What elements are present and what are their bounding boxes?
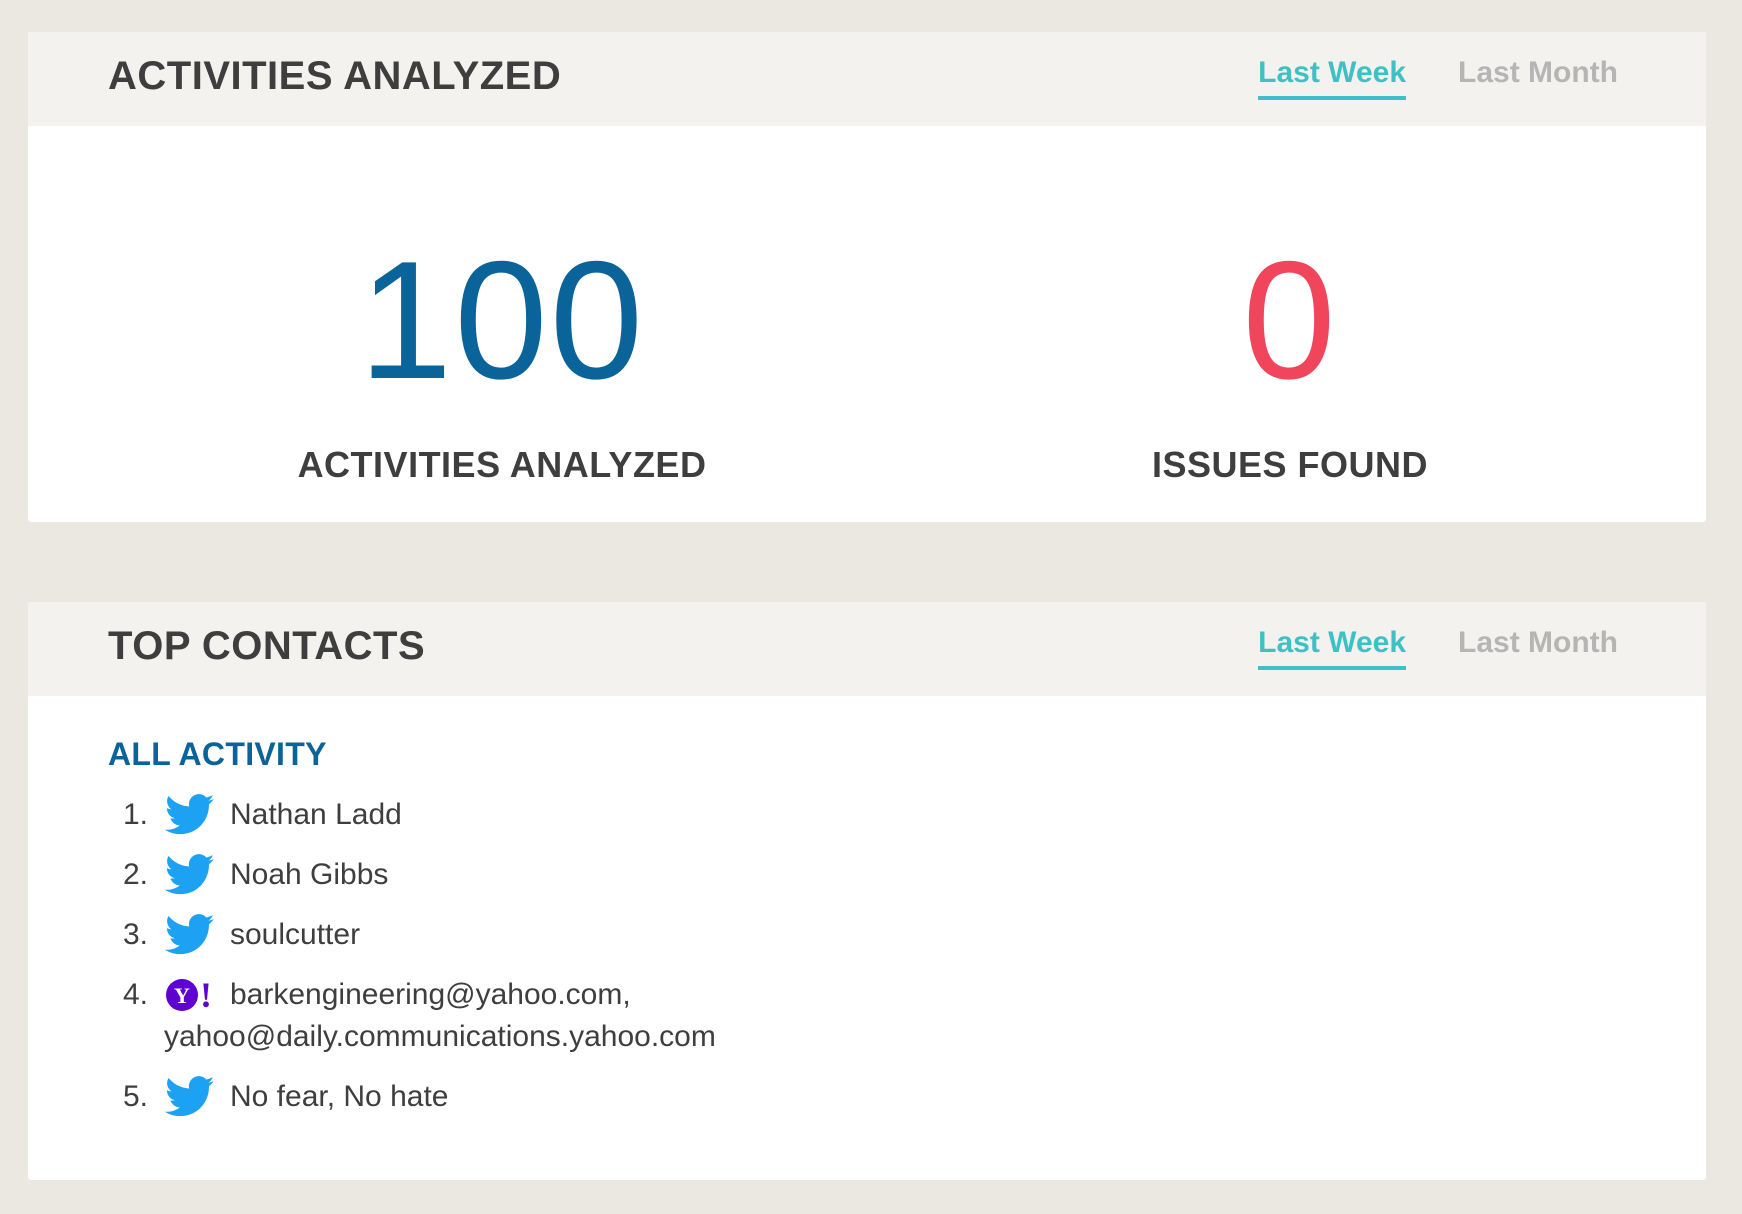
issues-found-label: ISSUES FOUND <box>1151 444 1429 485</box>
list-item: 5. No fear, No hate <box>108 1076 790 1118</box>
contacts-panel-header: TOP CONTACTS Last Week Last Month <box>28 602 1706 696</box>
contact-rank: 1. <box>122 798 148 831</box>
contact-name[interactable]: barkengineering@yahoo.com, yahoo@daily.c… <box>164 974 790 1058</box>
contact-rank: 4. <box>122 978 148 1011</box>
twitter-icon <box>164 1076 216 1118</box>
contact-list: 1. Nathan Ladd 2. Noah Gibbs 3. soulcutt… <box>108 794 790 1136</box>
activities-panel-title: ACTIVITIES ANALYZED <box>108 54 562 98</box>
yahoo-icon: Y ! <box>164 974 216 1016</box>
all-activity-heading: ALL ACTIVITY <box>108 736 327 772</box>
contact-name[interactable]: Nathan Ladd <box>230 794 402 836</box>
list-item: 1. Nathan Ladd <box>108 794 790 836</box>
twitter-icon <box>164 914 216 956</box>
list-item: 3. soulcutter <box>108 914 790 956</box>
contact-rank: 5. <box>122 1080 148 1113</box>
svg-text:!: ! <box>200 975 212 1015</box>
activities-analyzed-count: 100 <box>358 226 646 414</box>
tab-last-week[interactable]: Last Week <box>1258 56 1407 100</box>
tab-last-month[interactable]: Last Month <box>1458 56 1618 100</box>
activities-analyzed-label: ACTIVITIES ANALYZED <box>297 444 707 485</box>
activities-period-tabs: Last Week Last Month <box>1206 56 1618 100</box>
issues-found-count: 0 <box>1242 226 1338 414</box>
tab-last-month[interactable]: Last Month <box>1458 626 1618 670</box>
contacts-period-tabs: Last Week Last Month <box>1206 626 1618 670</box>
contact-name[interactable]: Noah Gibbs <box>230 854 388 896</box>
contacts-panel-title: TOP CONTACTS <box>108 624 426 668</box>
contact-name[interactable]: soulcutter <box>230 914 360 956</box>
twitter-icon <box>164 854 216 896</box>
issues-found-stat: 0 ISSUES FOUND <box>1010 126 1570 486</box>
contact-rank: 3. <box>122 918 148 951</box>
list-item: 2. Noah Gibbs <box>108 854 790 896</box>
contact-rank: 2. <box>122 858 148 891</box>
activities-analyzed-panel: ACTIVITIES ANALYZED Last Week Last Month… <box>28 32 1706 522</box>
contact-email-primary: barkengineering@yahoo.com, <box>230 978 631 1011</box>
svg-text:Y: Y <box>174 983 190 1008</box>
activities-analyzed-stat: 100 ACTIVITIES ANALYZED <box>222 126 782 486</box>
contact-name[interactable]: No fear, No hate <box>230 1076 448 1118</box>
contact-email-secondary: yahoo@daily.communications.yahoo.com <box>164 1020 716 1053</box>
activities-panel-header: ACTIVITIES ANALYZED Last Week Last Month <box>28 32 1706 126</box>
list-item: 4. Y ! barkengineering@yahoo.com, yahoo@… <box>108 974 790 1058</box>
tab-last-week[interactable]: Last Week <box>1258 626 1407 670</box>
twitter-icon <box>164 794 216 836</box>
top-contacts-panel: TOP CONTACTS Last Week Last Month ALL AC… <box>28 602 1706 1180</box>
